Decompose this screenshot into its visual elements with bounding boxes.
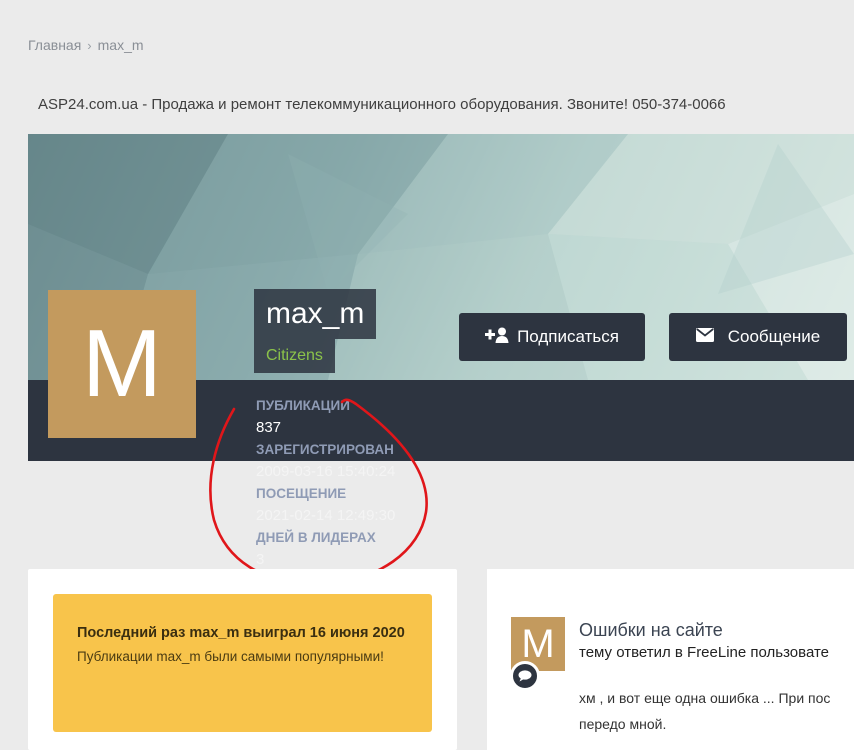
leader-text: Публикации max_m были самыми популярными… bbox=[77, 649, 384, 664]
leader-banner: Последний раз max_m выиграл 16 июня 2020… bbox=[53, 594, 432, 732]
username: max_m bbox=[254, 289, 377, 339]
stat-joined-label: ЗАРЕГИСТРИРОВАН bbox=[256, 442, 394, 457]
user-group: Citizens bbox=[254, 339, 335, 373]
message-button-label: Сообщение bbox=[727, 327, 821, 346]
stat-posts-label: ПУБЛИКАЦИИ bbox=[256, 398, 350, 413]
breadcrumb-home[interactable]: Главная bbox=[28, 37, 81, 53]
follow-button[interactable]: Подписаться bbox=[459, 313, 645, 361]
message-button[interactable]: Сообщение bbox=[669, 313, 847, 361]
chevron-right-icon: › bbox=[87, 37, 92, 53]
stat-joined-value: 2009-03-16 15:40:24 bbox=[256, 463, 396, 480]
comment-icon bbox=[510, 661, 540, 691]
follow-button-label: Подписаться bbox=[517, 327, 619, 346]
stat-leader-days-label: ДНЕЙ В ЛИДЕРАХ bbox=[256, 530, 376, 545]
breadcrumb-current: max_m bbox=[97, 37, 144, 53]
stat-posts-value: 837 bbox=[256, 419, 282, 436]
activity-excerpt: хм , и вот еще одна ошибка ... При пос п… bbox=[579, 690, 831, 732]
user-plus-icon bbox=[485, 327, 509, 348]
breadcrumb: Главная › max_m bbox=[28, 37, 144, 53]
site-announcement: ASP24.com.ua - Продажа и ремонт телекомм… bbox=[38, 96, 726, 113]
avatar[interactable]: M bbox=[48, 290, 196, 438]
leader-title: Последний раз max_m выиграл 16 июня 2020 bbox=[77, 625, 405, 641]
envelope-icon bbox=[695, 327, 714, 347]
stat-visited-value: 2021-02-14 12:49:30 bbox=[256, 507, 396, 524]
activity-card: M Ошибки на сайте тему ответил в FreeLin… bbox=[487, 569, 854, 750]
activity-title[interactable]: Ошибки на сайте bbox=[579, 620, 723, 641]
profile-stats: ПУБЛИКАЦИИ 837 ЗАРЕГИСТРИРОВАН 2009-03-1… bbox=[256, 397, 456, 573]
stat-visited-label: ПОСЕЩЕНИЕ bbox=[256, 486, 347, 501]
activity-subtitle: тему ответил в FreeLine пользовате bbox=[579, 644, 830, 661]
